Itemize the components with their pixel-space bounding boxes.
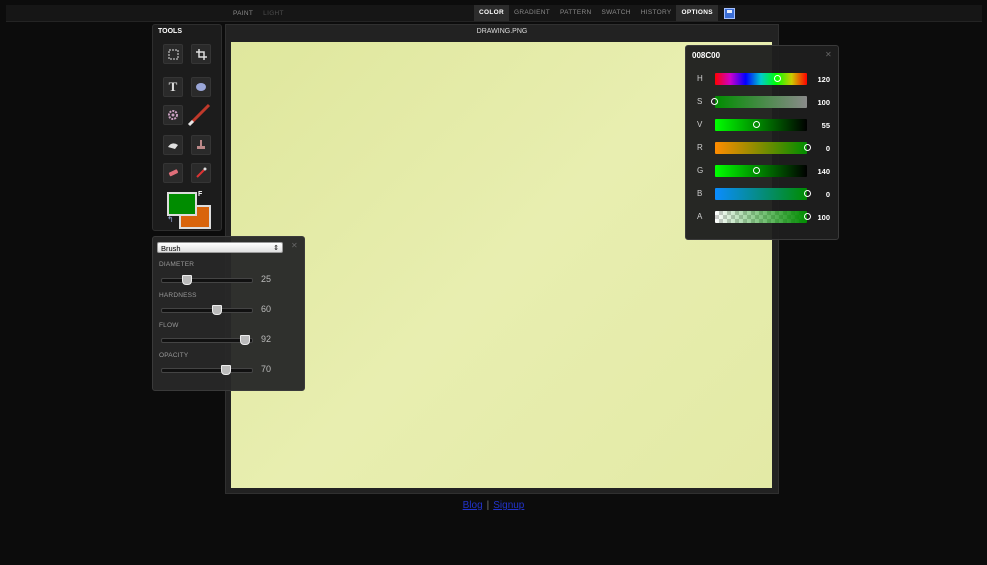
diameter-slider[interactable] (161, 275, 253, 285)
diameter-slider-thumb[interactable] (182, 275, 192, 285)
opacity-slider[interactable] (161, 365, 253, 375)
alpha-knob[interactable] (804, 213, 811, 220)
smudge-tool-icon[interactable] (163, 135, 183, 155)
flow-slider[interactable] (161, 335, 253, 345)
blue-label: B (697, 189, 703, 198)
footer-links: Blog | Signup (0, 500, 987, 511)
diameter-label: DIAMETER (159, 261, 195, 268)
menu-swatch[interactable]: SWATCH (596, 5, 635, 21)
eyedropper-tool-icon[interactable] (191, 163, 211, 183)
stamp-tool-icon[interactable] (191, 135, 211, 155)
eraser-tool-icon[interactable] (163, 163, 183, 183)
flow-slider-thumb[interactable] (240, 335, 250, 345)
menu-color[interactable]: COLOR (474, 5, 509, 21)
red-knob[interactable] (804, 144, 811, 151)
foreground-label: F (198, 191, 203, 198)
close-icon[interactable]: ✕ (291, 241, 298, 250)
menu-light[interactable]: LIGHT (258, 10, 289, 17)
menu-pattern[interactable]: PATTERN (555, 5, 596, 21)
footer-separator: | (486, 500, 490, 511)
gear-tool-icon[interactable] (163, 105, 183, 125)
saturation-slider[interactable] (711, 96, 807, 108)
red-value: 0 (825, 144, 830, 153)
swap-colors-icon[interactable]: ↰ (167, 215, 174, 224)
select-arrows-icon: ⇕ (273, 245, 279, 252)
text-tool-icon[interactable]: T (163, 77, 183, 97)
green-slider[interactable] (715, 165, 807, 177)
brush-preset-label: Brush (161, 244, 181, 253)
green-value: 140 (817, 167, 830, 176)
green-label: G (697, 166, 704, 175)
top-menu-bar: PAINT LIGHT COLOR GRADIENT PATTERN SWATC… (6, 5, 982, 22)
canvas-title: DRAWING.PNG (476, 28, 528, 35)
foreground-color-swatch[interactable] (167, 192, 197, 216)
value-knob[interactable] (753, 121, 760, 128)
blog-link[interactable]: Blog (463, 500, 483, 511)
hardness-value: 60 (261, 304, 272, 314)
panel-menu: COLOR GRADIENT PATTERN SWATCH HISTORY OP… (474, 5, 735, 21)
value-label: V (697, 120, 703, 129)
mode-menu: PAINT LIGHT (228, 5, 289, 21)
save-icon[interactable] (723, 7, 735, 19)
hue-value: 120 (817, 75, 830, 84)
opacity-value: 70 (261, 364, 272, 374)
close-icon[interactable]: ✕ (825, 50, 832, 59)
hex-color-value[interactable]: 008C00 (692, 51, 720, 60)
saturation-knob[interactable] (711, 98, 718, 105)
hardness-slider-thumb[interactable] (212, 305, 222, 315)
red-label: R (697, 143, 703, 152)
menu-history[interactable]: HISTORY (636, 5, 677, 21)
tools-panel: TOOLS T F ↰ (152, 24, 222, 231)
blue-slider[interactable] (715, 188, 811, 200)
value-slider[interactable] (715, 119, 807, 131)
menu-paint[interactable]: PAINT (228, 10, 258, 17)
opacity-label: OPACITY (159, 352, 189, 359)
saturation-value: 100 (817, 98, 830, 107)
hardness-label: HARDNESS (159, 292, 197, 299)
flow-label: FLOW (159, 322, 179, 329)
blue-value: 0 (825, 190, 830, 199)
ellipse-tool-icon[interactable] (191, 77, 211, 97)
opacity-slider-thumb[interactable] (221, 365, 231, 375)
menu-options[interactable]: OPTIONS (676, 5, 718, 21)
hardness-slider[interactable] (161, 305, 253, 315)
value-value: 55 (821, 121, 830, 130)
hue-knob[interactable] (774, 75, 781, 82)
menu-gradient[interactable]: GRADIENT (509, 5, 555, 21)
blue-knob[interactable] (804, 190, 811, 197)
hue-slider[interactable] (715, 73, 807, 85)
alpha-value: 100 (817, 213, 830, 222)
diameter-value: 25 (261, 274, 272, 284)
hue-label: H (697, 74, 703, 83)
marquee-select-icon[interactable] (163, 44, 183, 64)
brush-options-panel: Brush ⇕ ✕ DIAMETER 25 HARDNESS 60 FLOW 9… (152, 236, 305, 391)
green-knob[interactable] (753, 167, 760, 174)
red-slider[interactable] (715, 142, 811, 154)
alpha-slider[interactable] (715, 211, 811, 223)
flow-value: 92 (261, 334, 272, 344)
color-picker-panel: 008C00 ✕ H 120 S 100 V 55 R 0 G 140 B 0 … (685, 45, 839, 240)
signup-link[interactable]: Signup (493, 500, 524, 511)
tools-title: TOOLS (158, 28, 182, 35)
brush-tool-icon[interactable] (187, 101, 213, 127)
crop-icon[interactable] (191, 44, 211, 64)
brush-preset-select[interactable]: Brush ⇕ (157, 242, 283, 253)
saturation-label: S (697, 97, 703, 106)
alpha-label: A (697, 212, 703, 221)
